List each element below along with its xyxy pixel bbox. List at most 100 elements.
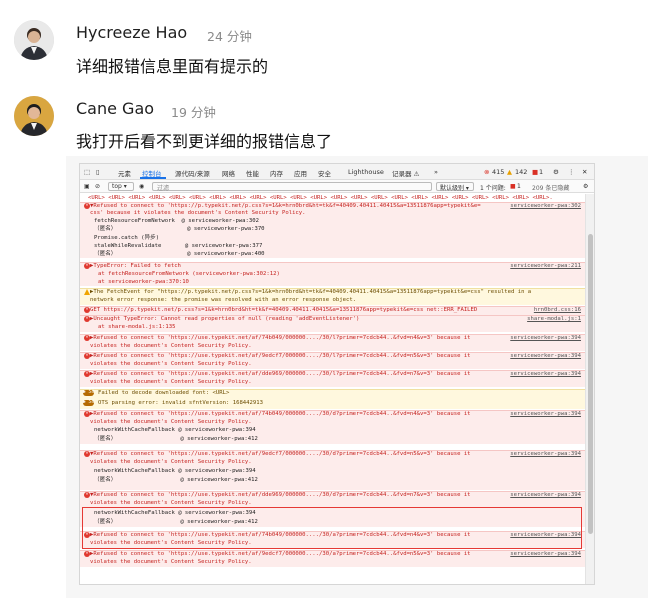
kebab-menu-icon[interactable]: ⋮ [568, 168, 575, 176]
console-line[interactable]: violates the document's Content Security… [80, 558, 586, 566]
console-line[interactable]: violates the document's Content Security… [80, 342, 586, 350]
source-link[interactable]: serviceworker-pwa:394 [510, 352, 581, 360]
warning-count-icon[interactable]: ▲ [507, 168, 512, 176]
source-link[interactable]: serviceworker-pwa:394 [510, 550, 581, 558]
source-link[interactable]: hrn0brd.css:16 [534, 306, 581, 314]
console-toolbar: ▣ ⊘ top ▾ ◉ 过滤 默认级别 ▾ 1 个问题: ■ 1 209 条已隐… [80, 180, 594, 193]
scrollbar-thumb[interactable] [588, 234, 593, 534]
avatar[interactable] [14, 96, 54, 136]
console-line[interactable]: violates the document's Content Security… [80, 499, 586, 507]
scrollbar[interactable] [585, 194, 594, 584]
tab-memory[interactable]: 内存 [270, 168, 283, 178]
console-message-text: violates the document's Content Security… [90, 459, 252, 465]
source-link[interactable]: share-modal.js:1 [527, 315, 581, 323]
issue-count[interactable]: 1 [539, 168, 543, 176]
console-message-text: ▼Refused to connect to 'https://use.type… [90, 451, 471, 457]
tab-application[interactable]: 应用 [294, 168, 307, 178]
comment-thread: Hycreeze Hao 24 分钟 详细报错信息里面有提示的 Cane Gao… [0, 0, 648, 601]
console-line[interactable]: × ▶Uncaught TypeError: Cannot read proper… [80, 315, 586, 323]
console-line[interactable]: × ▶Refused to connect to 'https://use.typ… [80, 352, 586, 360]
repeat-count-badge[interactable]: ▶ 54 [83, 390, 94, 396]
more-tabs-icon[interactable]: » [434, 168, 438, 176]
source-link[interactable]: serviceworker-pwa:394 [510, 370, 581, 378]
console-message-text: ▶Refused to connect to 'https://use.type… [90, 353, 471, 359]
console-message-text: ▶Refused to connect to 'https://use.type… [90, 411, 471, 417]
device-toggle-icon[interactable]: ▯ [96, 168, 100, 176]
source-link[interactable]: serviceworker-pwa:211 [510, 262, 581, 270]
console-output[interactable]: <URL> <URL> <URL> <URL> <URL> <URL> <URL… [80, 194, 586, 584]
close-icon[interactable]: ✕ [582, 168, 587, 176]
username[interactable]: Hycreeze Hao [76, 23, 187, 42]
source-link[interactable]: serviceworker-pwa:394 [510, 450, 581, 458]
console-line[interactable]: × ▶TypeError: Failed to fetch serviceworke… [80, 262, 586, 270]
console-line[interactable]: fetchResourceFromNetwork @ serviceworker… [80, 217, 586, 225]
console-line[interactable]: networkWithCacheFallback @ serviceworker… [80, 467, 586, 475]
console-message-text: ▶The FetchEvent for "https://p.typekit.n… [90, 289, 532, 295]
console-line[interactable]: × ▶Refused to connect to 'https://use.typ… [80, 410, 586, 418]
console-message-text: violates the document's Content Security… [90, 500, 252, 506]
console-line[interactable]: at share-modal.js:1:135 [80, 323, 586, 331]
tab-recorder[interactable]: 记录器 ⚠ [392, 168, 419, 178]
tab-performance[interactable]: 性能 [246, 168, 259, 178]
tab-sources[interactable]: 源代码/来源 [175, 168, 210, 178]
sidebar-toggle-icon[interactable]: ▣ [84, 183, 90, 190]
console-line[interactable]: × ▶Refused to connect to 'https://use.typ… [80, 550, 586, 558]
console-line[interactable]: Promise.catch (异步) [80, 234, 586, 242]
console-message-text: violates the document's Content Security… [90, 343, 252, 349]
console-message-text: at share-modal.js:1:135 [98, 324, 176, 330]
source-link[interactable]: serviceworker-pwa:394 [510, 410, 581, 418]
issues-label[interactable]: 1 个问题: [480, 183, 506, 192]
console-line[interactable]: violates the document's Content Security… [80, 378, 586, 386]
console-line[interactable]: css' because it violates the document's … [80, 209, 586, 217]
console-line[interactable]: × ▶Refused to connect to 'https://use.typ… [80, 370, 586, 378]
tab-security[interactable]: 安全 [318, 168, 331, 178]
source-link[interactable]: serviceworker-pwa:394 [510, 334, 581, 342]
console-line[interactable]: violates the document's Content Security… [80, 458, 586, 466]
warning-count[interactable]: 142 [515, 168, 527, 176]
console-line[interactable]: ▶ 54 Failed to decode downloaded font: <U… [80, 389, 586, 397]
console-message-text: at serviceworker-pwa:370:10 [98, 279, 189, 285]
console-line[interactable]: staleWhileRevalidate @ serviceworker-pwa… [80, 242, 586, 250]
console-line[interactable]: × ▼Refused to connect to 'https://use.typ… [80, 450, 586, 458]
console-message-text: css' because it violates the document's … [90, 210, 306, 216]
console-line[interactable]: ▶The FetchEvent for "https://p.typekit.n… [80, 288, 586, 296]
console-line[interactable]: （匿名） @ serviceworker-pwa:412 [80, 435, 586, 443]
comment-time: 19 分钟 [171, 105, 216, 120]
repeat-count-badge[interactable]: ▶ 54 [83, 400, 94, 406]
console-line[interactable]: （匿名） @ serviceworker-pwa:370 [80, 225, 586, 233]
console-line[interactable]: × ▼Refused to connect to 'https://use.typ… [80, 491, 586, 499]
tab-network[interactable]: 网络 [222, 168, 235, 178]
attached-screenshot[interactable]: ⬚ ▯ 元素 控制台 源代码/来源 网络 性能 内存 应用 安全 Lightho… [66, 156, 648, 598]
comment-text: 我打开后看不到更详细的报错信息了 [76, 132, 333, 151]
tab-elements[interactable]: 元素 [118, 168, 131, 178]
eye-icon[interactable]: ◉ [139, 183, 144, 190]
console-line[interactable]: violates the document's Content Security… [80, 360, 586, 368]
console-line[interactable]: violates the document's Content Security… [80, 418, 586, 426]
error-count[interactable]: 415 [492, 168, 504, 176]
filter-input[interactable] [152, 182, 432, 191]
avatar[interactable] [14, 20, 54, 60]
console-line[interactable]: networkWithCacheFallback @ serviceworker… [80, 426, 586, 434]
error-count-icon[interactable]: ⊗ [484, 168, 489, 176]
console-line[interactable]: <URL> <URL> <URL> <URL> <URL> <URL> <URL… [80, 194, 586, 202]
settings-icon[interactable]: ⚙ [553, 168, 559, 176]
console-line[interactable]: ▶ 54 OTS parsing error: invalid sfntVersi… [80, 399, 586, 407]
clear-console-icon[interactable]: ⊘ [95, 183, 100, 190]
console-line[interactable]: （匿名） @ serviceworker-pwa:400 [80, 250, 586, 258]
inspect-icon[interactable]: ⬚ [84, 168, 90, 176]
console-message-text: violates the document's Content Security… [90, 379, 252, 385]
issue-count-icon[interactable]: ■ [532, 168, 538, 176]
console-message-text: networkWithCacheFallback @ serviceworker… [94, 427, 256, 433]
console-message-text: Promise.catch (异步) [94, 235, 160, 241]
console-message-text: network error response: the promise was … [90, 297, 357, 303]
console-line[interactable]: × GET https://p.typekit.net/p.css?s=1&k=h… [80, 306, 586, 314]
tab-lighthouse[interactable]: Lighthouse [348, 168, 384, 176]
console-line[interactable]: at fetchResourceFromNetwork (servicework… [80, 270, 586, 278]
source-link[interactable]: serviceworker-pwa:394 [510, 491, 581, 499]
console-line[interactable]: network error response: the promise was … [80, 296, 586, 304]
console-line[interactable]: at serviceworker-pwa:370:10 [80, 278, 586, 286]
username[interactable]: Cane Gao [76, 99, 154, 118]
console-line[interactable]: （匿名） @ serviceworker-pwa:412 [80, 476, 586, 484]
console-line[interactable]: × ▶Refused to connect to 'https://use.typ… [80, 334, 586, 342]
console-settings-icon[interactable]: ⚙ [583, 183, 588, 190]
